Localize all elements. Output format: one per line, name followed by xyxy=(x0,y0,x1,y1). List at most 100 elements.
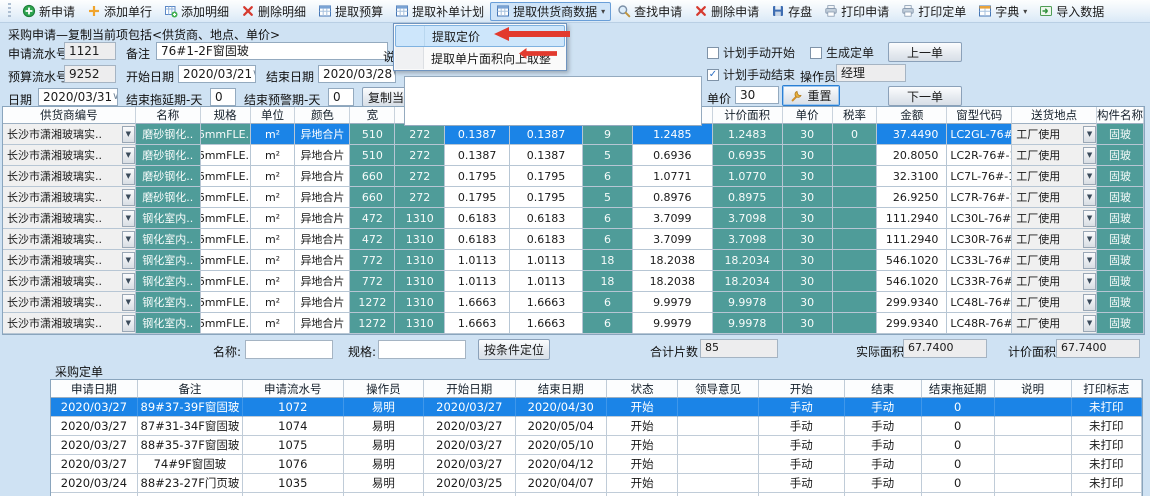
cell[interactable]: 易明 xyxy=(344,417,424,436)
cell[interactable]: 1.0113 xyxy=(445,250,510,271)
cell[interactable]: 6mmFLE.. xyxy=(201,229,251,250)
cell[interactable]: 660 xyxy=(350,166,395,187)
cell[interactable]: 工厂使用▼ xyxy=(1012,313,1097,334)
cell[interactable]: m² xyxy=(251,313,296,334)
cell[interactable]: 长沙市潇湘玻璃实..▼ xyxy=(3,166,136,187)
cell[interactable]: 固玻 xyxy=(1097,271,1144,292)
cell[interactable]: 0 xyxy=(922,417,995,436)
cell[interactable]: 1.2485 xyxy=(633,124,713,145)
cell-dropdown-button[interactable]: ▼ xyxy=(1083,189,1096,206)
cell[interactable]: 510 xyxy=(350,145,395,166)
cell[interactable]: 30 xyxy=(783,229,833,250)
cell[interactable]: 6 xyxy=(583,229,633,250)
cell[interactable]: m² xyxy=(251,208,296,229)
cell[interactable]: 2020/03/27 xyxy=(51,417,138,436)
cell[interactable] xyxy=(833,313,878,334)
cell-dropdown-button[interactable]: ▼ xyxy=(1083,231,1096,248)
cell[interactable]: 0.1387 xyxy=(445,145,510,166)
cell[interactable]: 磨砂钢化.. xyxy=(136,124,201,145)
cell[interactable]: 1272 xyxy=(350,292,395,313)
cell[interactable]: 0.1795 xyxy=(445,166,510,187)
cell[interactable]: 272 xyxy=(395,166,445,187)
table-row[interactable]: 2020/03/2788#35-37F窗固玻1075易明2020/03/2720… xyxy=(51,436,1142,455)
column-header[interactable]: 结束日期 xyxy=(516,380,607,398)
cell[interactable]: 6mmFLE.. xyxy=(201,292,251,313)
cell[interactable]: 0.6183 xyxy=(445,208,510,229)
cell[interactable]: 6 xyxy=(583,292,633,313)
cell[interactable]: 272 xyxy=(395,124,445,145)
cell[interactable]: 工厂使用▼ xyxy=(1012,250,1097,271)
cell[interactable]: 26.9250 xyxy=(877,187,947,208)
cell[interactable]: 1.0770 xyxy=(713,166,783,187)
cell[interactable]: 299.9340 xyxy=(877,313,947,334)
cell[interactable] xyxy=(995,474,1072,493)
cell-dropdown-button[interactable]: ▼ xyxy=(1083,315,1096,332)
cell[interactable]: 9.9979 xyxy=(633,313,713,334)
notes-textarea[interactable] xyxy=(404,76,702,126)
cell[interactable]: 异地合片 xyxy=(295,271,350,292)
cell[interactable]: 9.9978 xyxy=(713,313,783,334)
cell[interactable]: 0.1387 xyxy=(510,124,583,145)
cell[interactable]: LC48L-76#.. xyxy=(947,292,1012,313)
cell[interactable] xyxy=(678,455,758,474)
cell[interactable]: LC7L-76#-1FO xyxy=(947,166,1012,187)
column-header[interactable]: 申请日期 xyxy=(51,380,138,398)
cell[interactable]: 772 xyxy=(350,271,395,292)
cell[interactable]: 6mmFLE.. xyxy=(201,313,251,334)
toolbar-button-12[interactable]: 打印定单 xyxy=(895,2,972,21)
cell[interactable]: 固玻 xyxy=(1097,313,1144,334)
cell[interactable]: 固玻 xyxy=(1097,187,1144,208)
cell-dropdown-button[interactable]: ▼ xyxy=(122,168,135,185)
toolbar-button-7[interactable]: 提取供货商数据▾ xyxy=(490,2,611,21)
cell[interactable]: 2020/03/27 xyxy=(51,398,138,417)
manual-start-checkbox[interactable]: 计划手动开始 xyxy=(707,44,795,61)
cell[interactable]: 长沙市潇湘玻璃实..▼ xyxy=(3,124,136,145)
cell[interactable]: 0.1795 xyxy=(510,166,583,187)
locate-by-condition-button[interactable]: 按条件定位 xyxy=(478,339,550,360)
cell[interactable] xyxy=(678,436,758,455)
cell[interactable]: 手动 xyxy=(845,398,922,417)
table-row[interactable]: 2020/03/2789#37-39F窗固玻1072易明2020/03/2720… xyxy=(51,398,1142,417)
cell[interactable]: 1310 xyxy=(395,292,445,313)
toolbar-button-1[interactable]: 新申请 xyxy=(16,2,81,21)
cell[interactable]: 1310 xyxy=(395,250,445,271)
cell[interactable]: 20.8050 xyxy=(877,145,947,166)
cell[interactable]: 2020/03/27 xyxy=(51,436,138,455)
next-order-button[interactable]: 下一单 xyxy=(888,86,962,106)
table-row[interactable]: 长沙市潇湘玻璃实..▼磨砂钢化..6mmFLE..m²异地合片6602720.1… xyxy=(3,166,1144,187)
cell[interactable]: m² xyxy=(251,145,296,166)
cell[interactable]: 18 xyxy=(583,250,633,271)
column-header[interactable]: 单位 xyxy=(251,107,296,124)
column-header[interactable]: 操作员 xyxy=(344,380,424,398)
cell[interactable]: 9.9978 xyxy=(713,292,783,313)
toolbar-button-2[interactable]: 添加单行 xyxy=(81,2,158,21)
date-combo[interactable]: 2020/03/31∨ xyxy=(38,88,118,106)
cell[interactable]: 6 xyxy=(583,166,633,187)
cell[interactable]: LC48R-76#.. xyxy=(947,313,1012,334)
cell[interactable]: 89#37-39F窗固玻 xyxy=(138,398,243,417)
cell[interactable]: 660 xyxy=(350,187,395,208)
cell[interactable]: 30 xyxy=(783,124,833,145)
column-header[interactable]: 构件名称 xyxy=(1097,107,1144,124)
cell[interactable]: 固玻 xyxy=(1097,208,1144,229)
cell[interactable] xyxy=(833,292,878,313)
cell[interactable]: 手动 xyxy=(845,474,922,493)
toolbar-button-10[interactable]: 存盘 xyxy=(765,2,818,21)
cell[interactable]: 手动 xyxy=(759,455,845,474)
cell[interactable] xyxy=(678,417,758,436)
column-header[interactable]: 打印标志 xyxy=(1072,380,1142,398)
toolbar-button-14[interactable]: 导入数据 xyxy=(1033,2,1110,21)
manual-end-checkbox[interactable]: ✓计划手动结束 xyxy=(707,66,795,83)
cell[interactable]: 88#23-27F门页玻 xyxy=(138,474,243,493)
cell[interactable]: 工厂使用▼ xyxy=(1012,292,1097,313)
cell-dropdown-button[interactable]: ▼ xyxy=(122,315,135,332)
cell[interactable]: 9.9979 xyxy=(633,292,713,313)
cell[interactable]: 易明 xyxy=(344,398,424,417)
cell[interactable]: 1.0771 xyxy=(633,166,713,187)
cell[interactable] xyxy=(833,271,878,292)
cell[interactable]: 钢化室内.. xyxy=(136,313,201,334)
cell[interactable]: 2020/04/07 xyxy=(516,474,607,493)
reset-button[interactable]: 重置 xyxy=(782,85,840,106)
end-date-combo[interactable]: 2020/03/28∨ xyxy=(318,65,396,83)
cell[interactable]: 18.2034 xyxy=(713,271,783,292)
